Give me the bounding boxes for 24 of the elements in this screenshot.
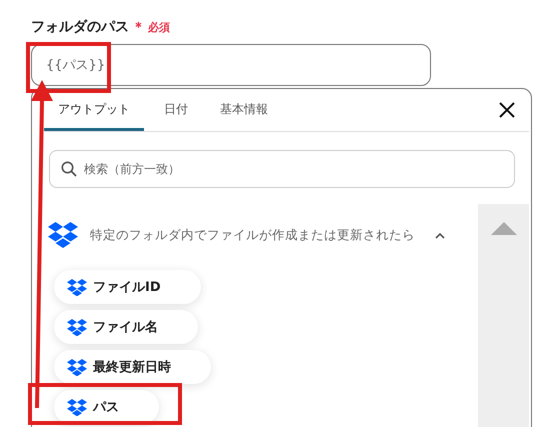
tab[interactable]: 基本情報 (206, 101, 282, 131)
box-logo-icon (67, 398, 87, 416)
output-chip[interactable]: ファイルID (54, 270, 201, 304)
chevron-icon (435, 232, 445, 238)
tab[interactable]: アウトプット (44, 101, 144, 131)
box-logo-icon (67, 358, 87, 376)
box-logo-icon (67, 318, 87, 336)
required-label: 必須 (148, 20, 170, 35)
box-logo-icon (48, 222, 78, 248)
output-chip[interactable]: ファイル名 (54, 310, 198, 344)
collapse-toggle[interactable] (435, 232, 445, 238)
close-icon (499, 102, 515, 118)
output-chip[interactable]: 最終更新日時 (54, 350, 211, 384)
tab[interactable]: 日付 (150, 101, 202, 131)
field-label: フォルダのパス (31, 18, 129, 36)
search-field[interactable]: 検索（前方一致） (49, 150, 515, 188)
output-chip[interactable]: パス (54, 390, 159, 424)
box-logo-icon (67, 278, 87, 296)
search-icon (61, 161, 77, 177)
close-button[interactable] (497, 100, 517, 120)
scroll-up-icon (490, 222, 516, 235)
path-input-field[interactable]: {{パス}} (31, 44, 431, 86)
required-mark: ＊ (132, 19, 145, 36)
trigger-title: 特定のフォルダ内でファイルが作成または更新されたら (90, 226, 415, 244)
